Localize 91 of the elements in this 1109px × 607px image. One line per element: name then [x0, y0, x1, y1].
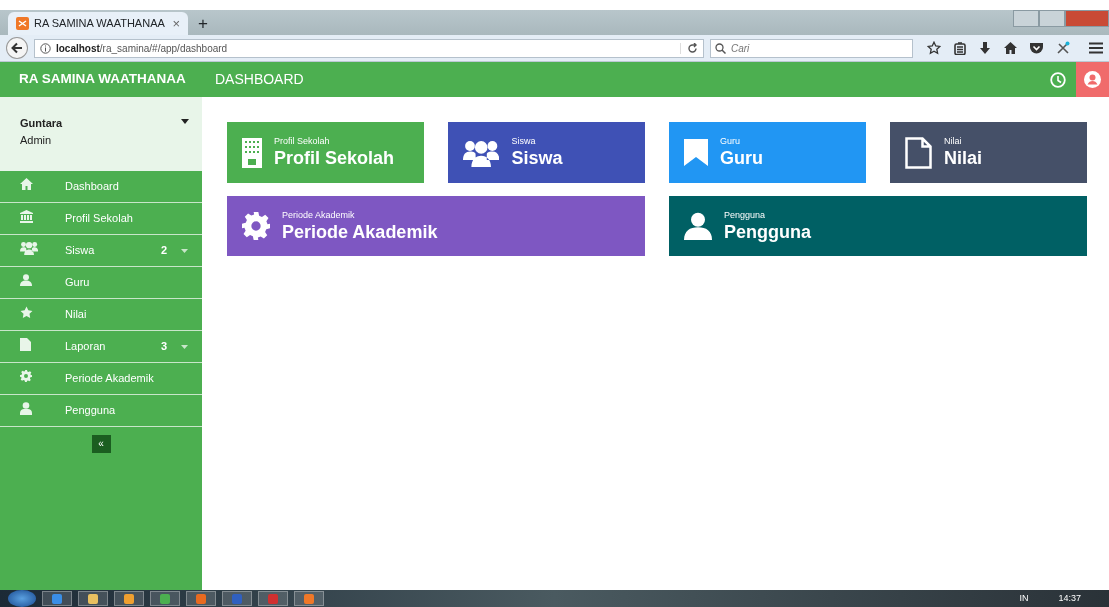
gear-icon: [20, 370, 32, 383]
sidebar-item[interactable]: Nilai: [0, 299, 202, 331]
bookmark-icon: [684, 139, 708, 166]
group-icon: [463, 138, 500, 167]
page-title: DASHBOARD: [214, 70, 304, 89]
sidebar-item[interactable]: Siswa 2: [0, 235, 202, 267]
sidebar-item-label: Siswa: [65, 243, 95, 259]
clock-time[interactable]: 14:37: [1058, 591, 1081, 606]
taskbar-app-icon[interactable]: [150, 591, 180, 606]
dashboard-tile[interactable]: Profil Sekolah Profil Sekolah: [227, 122, 424, 183]
search-icon: [715, 42, 726, 54]
menu-icon[interactable]: [1089, 42, 1103, 54]
sidebar-item-label: Laporan: [65, 339, 106, 355]
tools-icon[interactable]: [1056, 41, 1070, 55]
taskbar-app-icon[interactable]: [258, 591, 288, 606]
sidebar-item[interactable]: Dashboard: [0, 171, 202, 203]
account-button[interactable]: [1076, 62, 1109, 97]
new-tab-button[interactable]: +: [188, 13, 218, 35]
sidebar-item[interactable]: Guru: [0, 267, 202, 299]
taskbar-app-icon[interactable]: [186, 591, 216, 606]
taskbar-app-icon[interactable]: [42, 591, 72, 606]
collapse-sidebar-button[interactable]: «: [91, 435, 111, 453]
tile-title: Nilai: [944, 147, 982, 169]
sidebar-item-label: Pengguna: [65, 403, 116, 419]
group-icon: [20, 241, 39, 256]
star-icon: [20, 305, 33, 319]
info-icon: [39, 42, 51, 54]
user-panel[interactable]: Guntara Admin: [0, 97, 202, 171]
tile-label: Guru: [720, 136, 741, 147]
tab-title: RA SAMINA WAATHANAA: [34, 16, 165, 32]
sidebar-item-label: Dashboard: [65, 179, 119, 195]
tile-title: Pengguna: [724, 220, 811, 243]
dashboard-tile[interactable]: Periode Akademik Periode Akademik: [227, 196, 645, 256]
dashboard-tile[interactable]: Guru Guru: [669, 122, 866, 183]
bookmark-star-icon[interactable]: [927, 41, 941, 55]
taskbar-app-icon[interactable]: [222, 591, 252, 606]
sidebar-item[interactable]: Profil Sekolah: [0, 203, 202, 235]
file-icon: [905, 136, 932, 169]
tile-label: Periode Akademik: [282, 209, 356, 221]
dashboard-tile[interactable]: Nilai Nilai: [890, 122, 1087, 183]
file-icon: [20, 337, 31, 351]
url-text: localhost/ra_samina/#/app/dashboard: [55, 41, 228, 56]
close-tab-button[interactable]: ×: [172, 13, 180, 34]
home-icon[interactable]: [1004, 42, 1017, 54]
tile-title: Guru: [720, 147, 763, 169]
app-brand[interactable]: RA SAMINA WAATHANAA: [0, 69, 202, 90]
taskbar-app-icon[interactable]: [114, 591, 144, 606]
tile-label: Nilai: [944, 136, 963, 147]
sidebar-item[interactable]: Periode Akademik: [0, 363, 202, 395]
sidebar-item-label: Guru: [65, 275, 90, 291]
language-indicator[interactable]: IN: [1019, 591, 1029, 606]
address-bar[interactable]: localhost/ra_samina/#/app/dashboard: [33, 38, 704, 58]
gear-icon: [242, 212, 270, 240]
sidebar-item[interactable]: Pengguna: [0, 395, 202, 427]
clipboard-icon[interactable]: [954, 41, 966, 55]
taskbar-app-icon[interactable]: [78, 591, 108, 606]
bank-icon: [20, 209, 33, 223]
search-field[interactable]: Cari: [710, 38, 913, 58]
user-icon: [1084, 71, 1101, 88]
sidebar-item[interactable]: Laporan 3: [0, 331, 202, 363]
caret-icon: [181, 119, 189, 124]
tile-label: Profil Sekolah: [274, 136, 331, 147]
tile-title: Siswa: [511, 147, 563, 169]
dashboard-tile[interactable]: Pengguna Pengguna: [669, 196, 1087, 256]
back-button[interactable]: [6, 37, 28, 59]
user-name: Guntara: [20, 116, 63, 131]
start-button[interactable]: [8, 590, 36, 607]
clock-icon[interactable]: [1050, 71, 1066, 88]
home-icon: [20, 178, 33, 191]
user-icon: [20, 274, 32, 287]
user-icon: [684, 212, 712, 240]
tile-label: Pengguna: [724, 209, 767, 221]
item-count: 2: [160, 243, 167, 259]
user-role: Admin: [20, 132, 53, 148]
back-arrow-icon: [10, 42, 23, 54]
sidebar-item-label: Periode Akademik: [65, 371, 154, 387]
download-icon[interactable]: [979, 41, 991, 55]
tile-title: Profil Sekolah: [274, 147, 395, 169]
dashboard-tile[interactable]: Siswa Siswa: [448, 122, 645, 183]
pocket-icon[interactable]: [1030, 42, 1043, 54]
reload-icon[interactable]: [680, 42, 698, 54]
sidebar-item-label: Nilai: [65, 307, 87, 323]
taskbar-app-icon[interactable]: [294, 591, 324, 606]
tile-title: Periode Akademik: [282, 220, 438, 243]
building-icon: [242, 137, 262, 168]
tile-label: Siswa: [511, 136, 537, 147]
browser-tab[interactable]: RA SAMINA WAATHANAA ×: [8, 12, 188, 35]
site-icon: [16, 17, 29, 30]
sidebar-item-label: Profil Sekolah: [65, 211, 133, 227]
item-count: 3: [160, 339, 167, 355]
user-icon: [20, 401, 32, 415]
